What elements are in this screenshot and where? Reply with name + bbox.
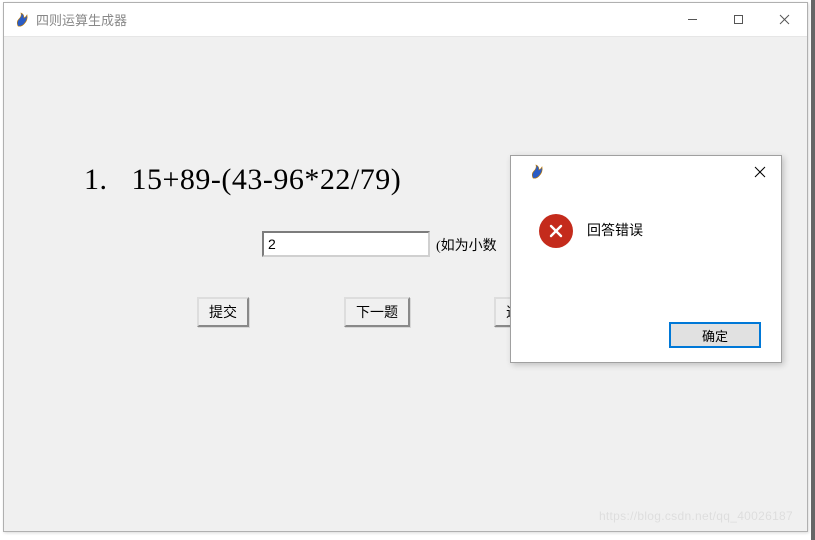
app-icon xyxy=(14,12,30,28)
error-dialog: 回答错误 确定 xyxy=(510,155,782,363)
question-expression: 15+89-(43-96*22/79) xyxy=(132,163,402,196)
question-number: 1. xyxy=(84,163,108,196)
question-text: 1. 15+89-(43-96*22/79) xyxy=(84,163,401,197)
error-icon xyxy=(539,214,573,248)
dialog-footer: 确定 xyxy=(511,308,781,362)
titlebar: 四则运算生成器 xyxy=(4,3,807,37)
minimize-button[interactable] xyxy=(669,3,715,37)
window-edge xyxy=(811,0,815,540)
dialog-close-button[interactable] xyxy=(739,156,781,188)
maximize-button[interactable] xyxy=(715,3,761,37)
answer-input[interactable] xyxy=(262,231,430,257)
dialog-ok-button[interactable]: 确定 xyxy=(669,322,761,348)
dialog-titlebar xyxy=(511,156,781,188)
dialog-message: 回答错误 xyxy=(587,212,643,240)
watermark: https://blog.csdn.net/qq_40026187 xyxy=(599,509,793,523)
dialog-app-icon xyxy=(529,164,545,180)
submit-button[interactable]: 提交 xyxy=(197,297,249,327)
dialog-body: 回答错误 xyxy=(511,188,781,308)
window-title: 四则运算生成器 xyxy=(36,10,669,29)
input-hint: (如为小数 xyxy=(436,235,497,255)
window-controls xyxy=(669,3,807,37)
close-button[interactable] xyxy=(761,3,807,37)
next-button[interactable]: 下一题 xyxy=(344,297,410,327)
